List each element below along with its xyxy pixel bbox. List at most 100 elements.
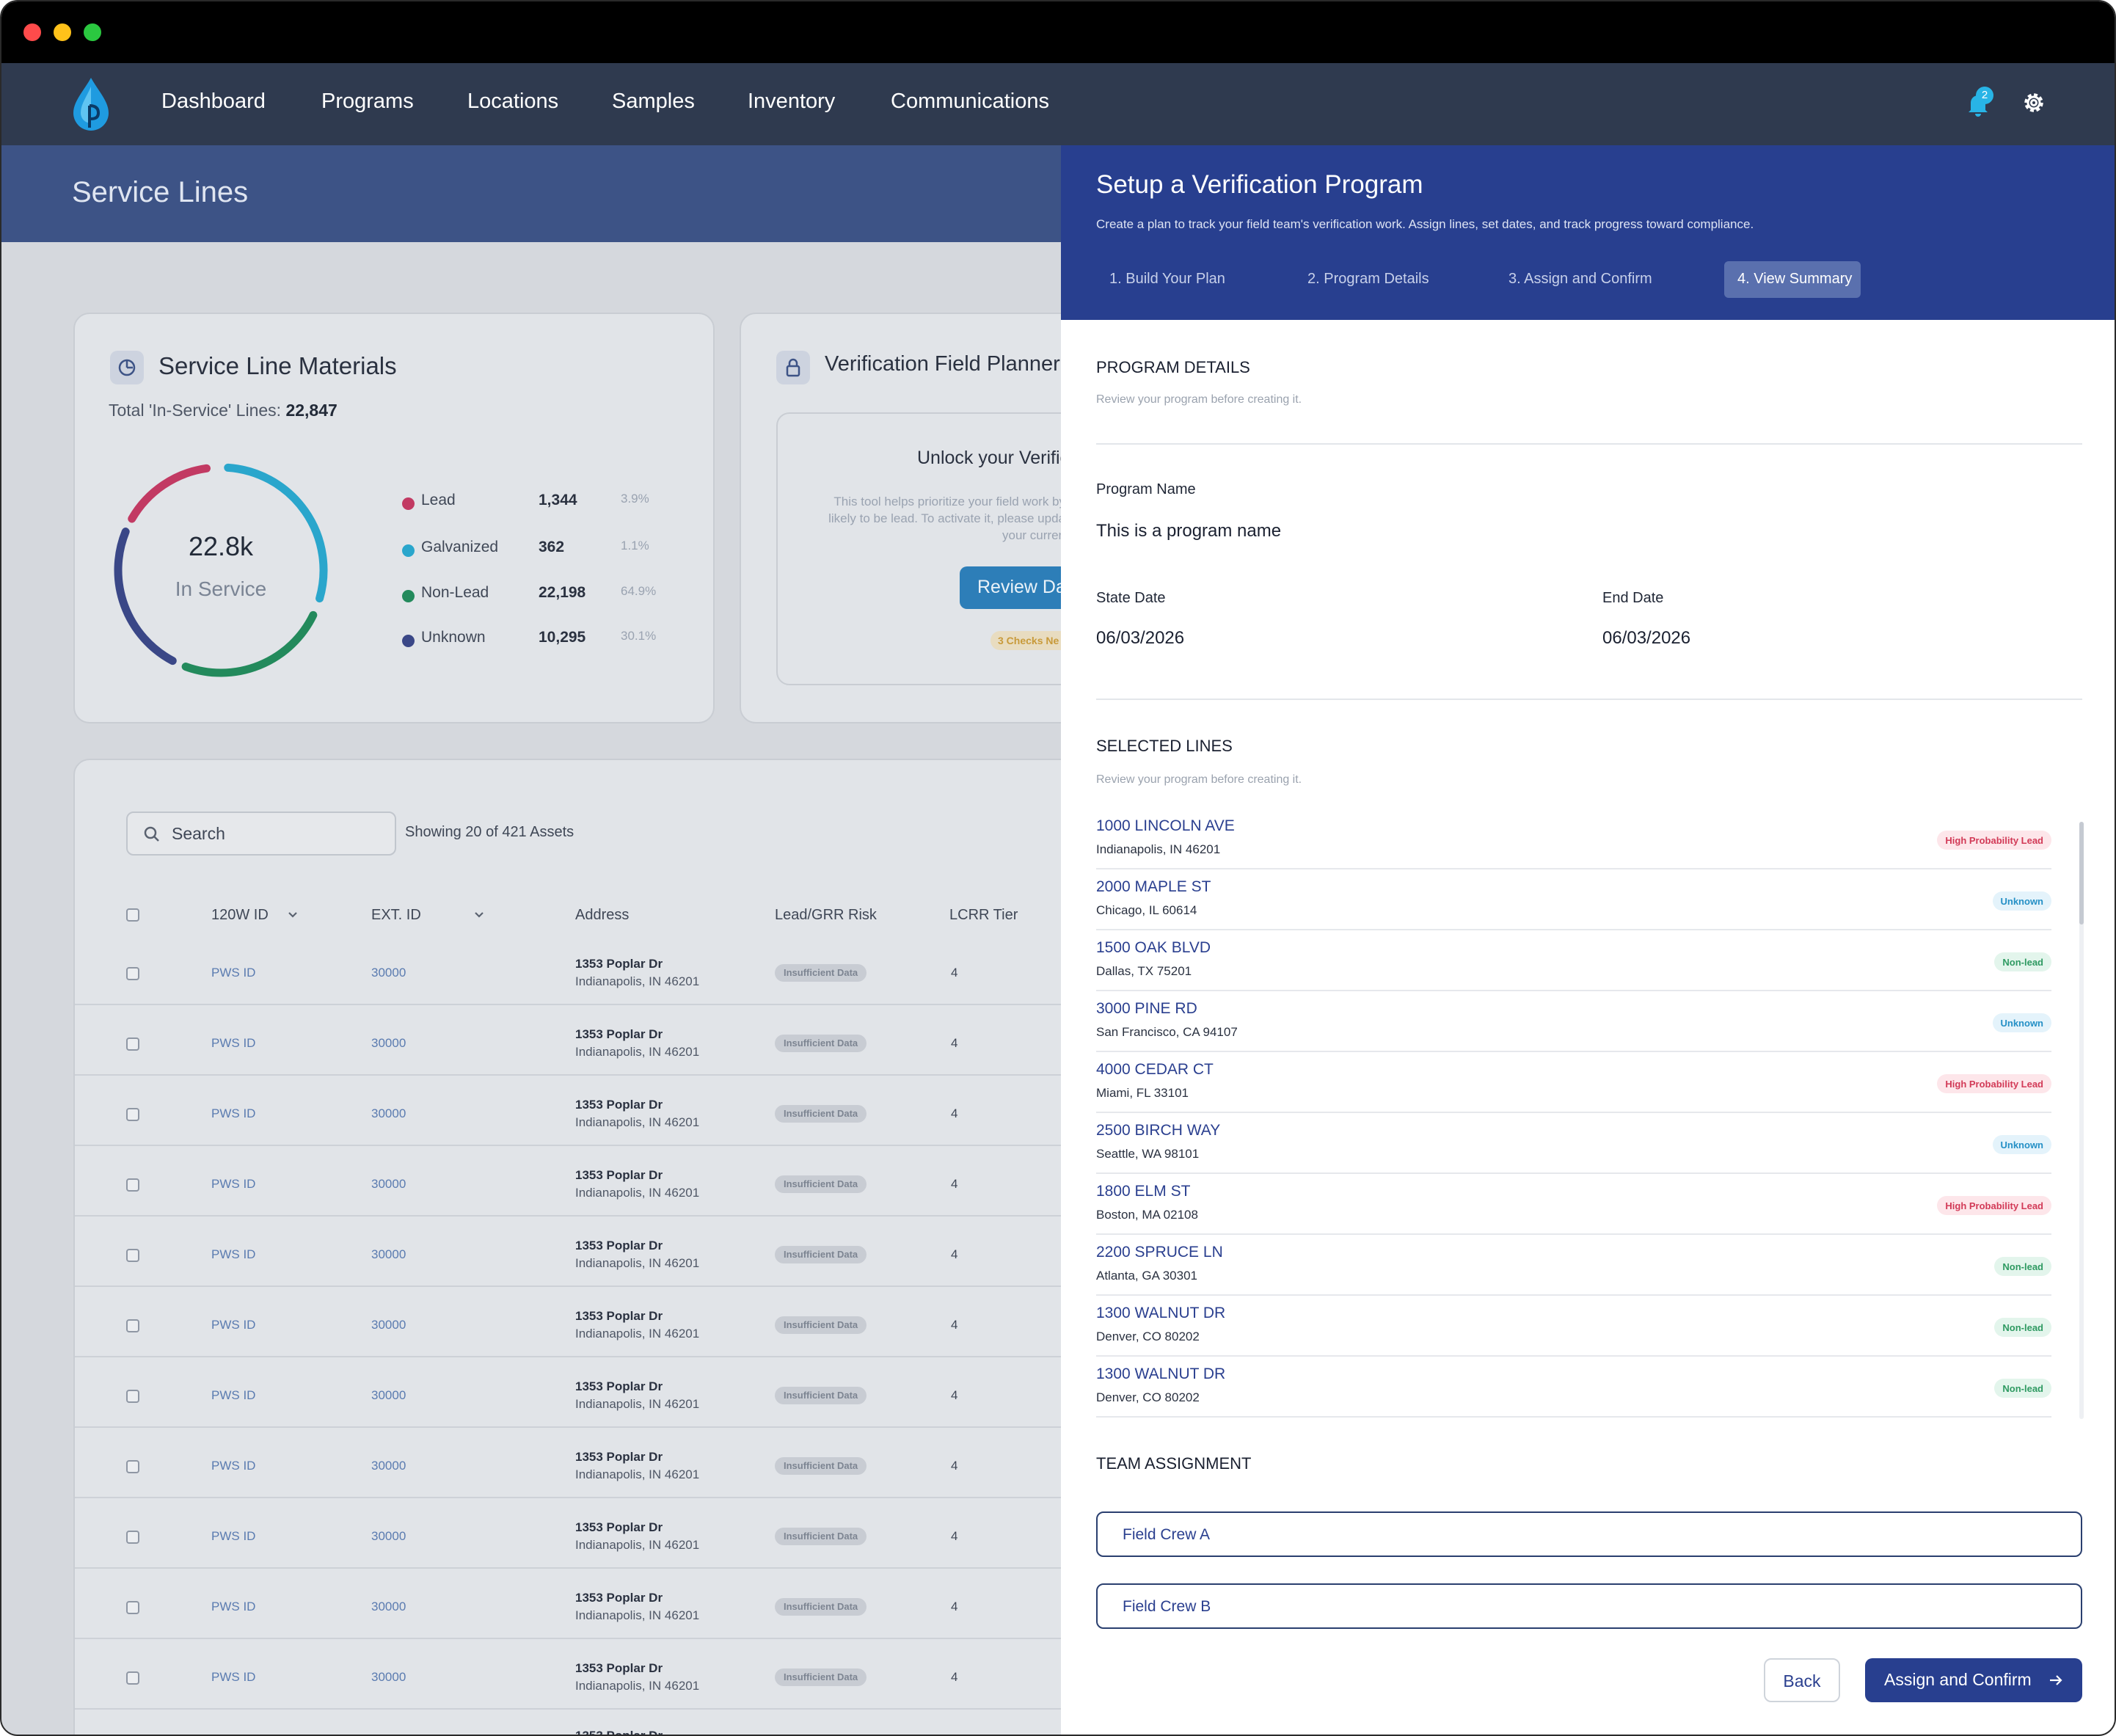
nav-programs[interactable]: Programs [321,90,414,114]
selected-line-item[interactable]: 2500 BIRCH WAY Seattle, WA 98101 Unknown [1096,1113,2051,1174]
search-input[interactable]: Search [126,812,396,856]
row-checkbox[interactable] [126,1671,139,1685]
water-drop-logo-icon[interactable] [69,76,113,132]
selected-line-item[interactable]: 4000 CEDAR CT Miami, FL 33101 High Probabi… [1096,1052,2051,1113]
row-checkbox[interactable] [126,967,139,980]
step-program-details[interactable]: 2. Program Details [1307,261,1429,298]
step-view-summary[interactable]: 4. View Summary [1724,261,1861,298]
nav-communications[interactable]: Communications [891,90,1049,114]
field-crew-a-button[interactable]: Field Crew A [1096,1511,2082,1557]
row-ext-id[interactable]: 30000 [371,1247,406,1262]
row-address-city: Indianapolis, IN 46201 [575,1256,700,1270]
row-checkbox[interactable] [126,1178,139,1192]
step-build-plan[interactable]: 1. Build Your Plan [1109,261,1225,298]
row-lcrr-tier: 4 [951,1247,958,1261]
arrow-right-icon [2050,1675,2062,1685]
row-ext-id[interactable]: 30000 [371,966,406,980]
row-ext-id[interactable]: 30000 [371,1106,406,1121]
row-pws-id[interactable]: PWS ID [211,1388,255,1403]
table-row[interactable]: PWS ID 30000 1353 Poplar Dr Indianapolis, I… [75,1005,1061,1076]
lines-scrollbar-thumb[interactable] [2079,822,2084,924]
row-checkbox[interactable] [126,1108,139,1121]
field-crew-b-button[interactable]: Field Crew B [1096,1583,2082,1629]
row-ext-id[interactable]: 30000 [371,1459,406,1473]
review-data-button[interactable]: Review Da [960,566,1077,609]
row-checkbox[interactable] [126,1037,139,1051]
row-address-city: Indianapolis, IN 46201 [575,1467,700,1481]
table-row[interactable]: PWS ID 30000 1353 Poplar Dr Indianapolis, I… [75,1498,1061,1569]
assign-and-confirm-button[interactable]: Assign and Confirm [1865,1658,2082,1702]
table-row[interactable]: PWS ID 30000 1353 Poplar Dr Indianapolis, I… [75,1569,1061,1639]
nav-inventory[interactable]: Inventory [748,90,835,114]
table-row[interactable]: PWS ID 30000 1353 Poplar Dr Indianapolis, I… [75,1217,1061,1287]
row-checkbox[interactable] [126,1601,139,1614]
nav-dashboard[interactable]: Dashboard [161,90,266,114]
selected-line-item[interactable]: 2000 MAPLE ST Chicago, IL 60614 Unknown [1096,869,2051,930]
table-row[interactable]: PWS ID 30000 1353 Poplar Dr Indianapolis, I… [75,1357,1061,1428]
gear-icon[interactable] [2019,88,2048,117]
divider [1096,699,2082,700]
row-ext-id[interactable]: 30000 [371,1600,406,1614]
row-address-city: Indianapolis, IN 46201 [575,974,700,988]
row-pws-id[interactable]: PWS ID [211,1106,255,1121]
minimize-window-button[interactable] [54,23,71,41]
selected-line-item[interactable]: 1500 OAK BLVD Dallas, TX 75201 Non-lead [1096,930,2051,991]
planner-title: Verification Field Planner [825,352,1060,376]
row-checkbox[interactable] [126,1249,139,1262]
row-pws-id[interactable]: PWS ID [211,966,255,980]
nav-samples[interactable]: Samples [612,90,695,114]
lead-dot-icon [402,497,415,510]
selected-line-item[interactable]: 1300 WALNUT DR Denver, CO 80202 Non-lead [1096,1296,2051,1357]
header-ext-id[interactable]: EXT. ID [371,907,421,924]
selected-line-item[interactable]: 2200 SPRUCE LN Atlanta, GA 30301 Non-lead [1096,1235,2051,1296]
close-window-button[interactable] [23,23,41,41]
nav-locations[interactable]: Locations [467,90,558,114]
table-row[interactable]: PWS ID 30000 1353 Poplar Dr Indianapolis, I… [75,935,1061,1005]
row-lcrr-tier: 4 [951,1670,958,1684]
row-risk-badge: Insufficient Data [775,1668,867,1686]
selected-line-item[interactable]: 1800 ELM ST Boston, MA 02108 High Probabil… [1096,1174,2051,1235]
table-row[interactable]: PWS ID 30000 1353 Poplar Dr Indianapolis, I… [75,1076,1061,1146]
row-ext-id[interactable]: 30000 [371,1388,406,1403]
step-assign-confirm[interactable]: 3. Assign and Confirm [1508,261,1652,298]
selected-lines-list[interactable]: 1000 LINCOLN AVE Indianapolis, IN 46201 Hi… [1096,809,2059,1418]
row-address-street: 1353 Poplar Dr [575,1450,663,1464]
selected-line-item[interactable]: 1000 LINCOLN AVE Indianapolis, IN 46201 Hi… [1096,809,2051,869]
row-risk-badge: Insufficient Data [775,1175,867,1193]
line-status-badge: High Probability Lead [1937,1196,2051,1215]
table-row[interactable]: PWS ID 30000 1353 Poplar Dr Indianapolis, I… [75,1287,1061,1357]
table-row[interactable]: PWS ID 30000 1353 Poplar Dr Indianapolis, I… [75,1428,1061,1498]
row-ext-id[interactable]: 30000 [371,1036,406,1051]
row-ext-id[interactable]: 30000 [371,1670,406,1685]
row-pws-id[interactable]: PWS ID [211,1670,255,1685]
select-all-checkbox[interactable] [126,908,139,922]
row-checkbox[interactable] [126,1460,139,1473]
row-pws-id[interactable]: PWS ID [211,1600,255,1614]
maximize-window-button[interactable] [84,23,101,41]
selected-line-item[interactable]: 3000 PINE RD San Francisco, CA 94107 Unkno… [1096,991,2051,1052]
row-address-city: Indianapolis, IN 46201 [575,1115,700,1129]
row-ext-id[interactable]: 30000 [371,1177,406,1192]
row-pws-id[interactable]: PWS ID [211,1318,255,1332]
row-pws-id[interactable]: PWS ID [211,1529,255,1544]
row-pws-id[interactable]: PWS ID [211,1247,255,1262]
row-ext-id[interactable]: 30000 [371,1529,406,1544]
row-risk-badge: Insufficient Data [775,964,867,982]
table-row[interactable]: PWS ID 30000 1353 Poplar Dr Indianapolis, I… [75,1146,1061,1217]
row-lcrr-tier: 4 [951,966,958,980]
row-pws-id[interactable]: PWS ID [211,1036,255,1051]
selected-line-item[interactable]: 1300 WALNUT DR Denver, CO 80202 Non-lead [1096,1357,2051,1418]
back-button[interactable]: Back [1764,1658,1840,1702]
table-row[interactable]: PWS ID 30000 1353 Poplar Dr Indianapolis, I… [75,1639,1061,1710]
row-checkbox[interactable] [126,1390,139,1403]
chevron-down-icon[interactable] [288,911,298,919]
chevron-down-icon[interactable] [474,911,484,919]
header-120w-id[interactable]: 120W ID [211,907,269,924]
notification-count-badge: 2 [1976,87,1993,104]
row-checkbox[interactable] [126,1319,139,1332]
row-risk-badge: Insufficient Data [775,1035,867,1052]
row-ext-id[interactable]: 30000 [371,1318,406,1332]
row-pws-id[interactable]: PWS ID [211,1177,255,1192]
row-pws-id[interactable]: PWS ID [211,1459,255,1473]
row-checkbox[interactable] [126,1531,139,1544]
